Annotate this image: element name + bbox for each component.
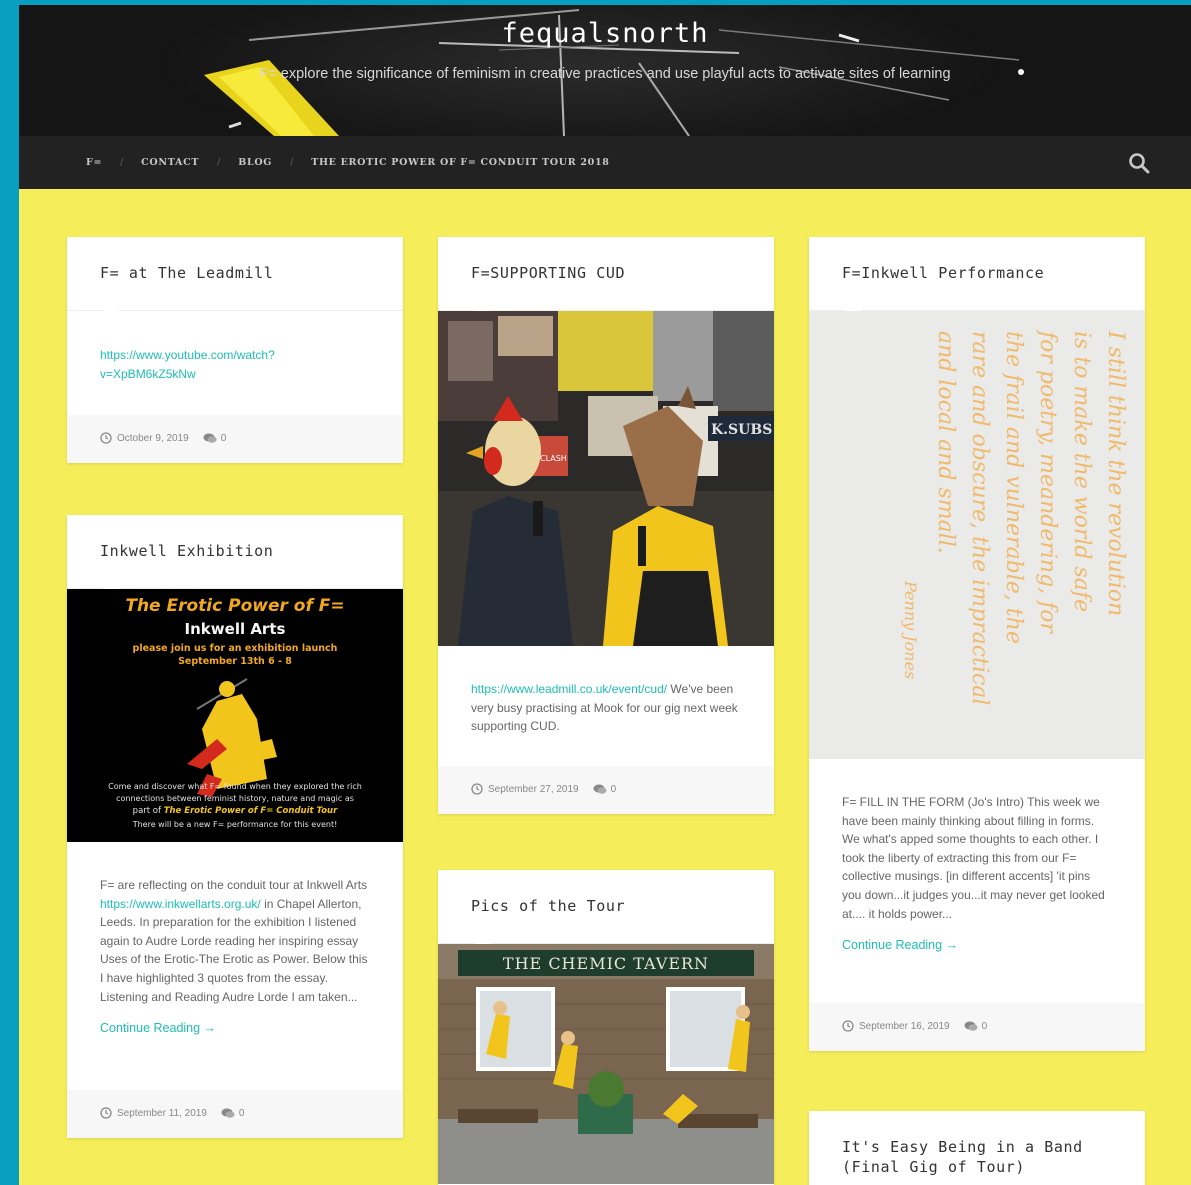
post-card: F=Inkwell Performance I still think the …: [809, 237, 1145, 1051]
poster-line: connections between feminist history, na…: [116, 794, 354, 803]
comment-count[interactable]: 0: [611, 784, 617, 795]
poem-line: for poetry, meandering, for: [1035, 329, 1060, 635]
comment-count[interactable]: 0: [982, 1021, 988, 1032]
comments-icon[interactable]: [964, 1021, 978, 1032]
featured-image-exhibition-poster: The Erotic Power of F= Inkwell Arts plea…: [67, 589, 403, 842]
post-header: F=SUPPORTING CUD: [438, 237, 774, 318]
nav-separator: /: [120, 156, 124, 169]
post-excerpt: https://www.leadmill.co.uk/event/cud/ We…: [438, 646, 774, 736]
post-meta: September 16, 2019 0: [809, 1003, 1145, 1051]
comments-icon[interactable]: [203, 433, 217, 444]
post-featured-image[interactable]: K.SUBS CLASH: [438, 311, 774, 646]
post-link[interactable]: https://www.leadmill.co.uk/event/cud/: [471, 682, 667, 696]
post-header: Inkwell Exhibition: [67, 515, 403, 596]
nav-separator: /: [290, 156, 294, 169]
post-featured-image[interactable]: THE CHEMIC TAVERN: [438, 944, 774, 1184]
post-title[interactable]: F= at The Leadmill: [100, 263, 378, 283]
post-title[interactable]: F=SUPPORTING CUD: [471, 263, 749, 283]
post-link[interactable]: https://www.inkwellarts.org.uk/: [100, 897, 261, 911]
post-date[interactable]: October 9, 2019: [117, 433, 189, 444]
comments-icon[interactable]: [221, 1108, 235, 1119]
post-link-line: v=XpBM6kZ5kNw: [100, 366, 196, 381]
poster-line: There will be a new F= performance for t…: [132, 820, 338, 829]
post-date[interactable]: September 11, 2019: [117, 1108, 207, 1119]
nav-separator: /: [217, 156, 221, 169]
poem-line: I still think the revolution: [1103, 330, 1128, 616]
poem-line: and local and small.: [933, 331, 958, 554]
main-navigation: F= / CONTACT / BLOG / THE EROTIC POWER O…: [19, 136, 1191, 189]
poster-title: The Erotic Power of F=: [125, 596, 344, 616]
post-date[interactable]: September 16, 2019: [859, 1021, 950, 1032]
continue-reading-link[interactable]: Continue Reading →: [100, 1019, 216, 1038]
post-link-line: https://www.youtube.com/watch?: [100, 348, 275, 362]
post-title[interactable]: Pics of the Tour: [471, 896, 749, 916]
post-card: Pics of the Tour THE CHEMIC TAVERN: [438, 870, 774, 1185]
page: fequalsnorth F= explore the significance…: [19, 5, 1191, 1185]
poem-signature: Penny Jones: [901, 580, 920, 679]
post-title[interactable]: It's Easy Being in a Band (Final Gig of …: [842, 1137, 1120, 1177]
poster-invite: please join us for an exhibition launch: [133, 643, 338, 654]
post-header: F= at The Leadmill: [67, 237, 403, 318]
nav-item-f-equals[interactable]: F=: [86, 157, 102, 168]
post-card: F=SUPPORTING CUD K.SUBS CLASH https://ww…: [438, 237, 774, 814]
featured-image-handwritten-poem: I still think the revolution is to make …: [809, 311, 1145, 759]
post-meta: September 27, 2019 0: [438, 766, 774, 814]
post-header: Pics of the Tour: [438, 870, 774, 951]
search-icon[interactable]: [1127, 151, 1151, 175]
post-card: It's Easy Being in a Band (Final Gig of …: [809, 1111, 1145, 1185]
nav-item-blog[interactable]: BLOG: [238, 157, 272, 168]
continue-reading-link[interactable]: Continue Reading →: [842, 936, 958, 955]
image-sign-text: K.SUBS: [711, 422, 772, 438]
poem-line: the frail and vulnerable, the: [1001, 331, 1026, 644]
poem-line: is to make the world safe: [1069, 331, 1094, 612]
post-featured-image[interactable]: The Erotic Power of F= Inkwell Arts plea…: [67, 589, 403, 842]
post-excerpt: F= are reflecting on the conduit tour at…: [67, 842, 403, 1038]
comment-count[interactable]: 0: [221, 433, 227, 444]
post-excerpt: F= FILL IN THE FORM (Jo's Intro) This we…: [809, 759, 1145, 955]
post-card: F= at The Leadmill https://www.youtube.c…: [67, 237, 403, 463]
poster-line-prefix: part of: [133, 806, 164, 816]
featured-image-tavern: THE CHEMIC TAVERN: [438, 944, 774, 1184]
comments-icon[interactable]: [593, 784, 607, 795]
poster-line: Come and discover what F= found when the…: [108, 782, 362, 791]
post-excerpt-text: F= FILL IN THE FORM (Jo's Intro) This we…: [842, 795, 1105, 921]
post-header: It's Easy Being in a Band (Final Gig of …: [809, 1111, 1145, 1185]
site-header: fequalsnorth F= explore the significance…: [19, 5, 1191, 136]
clock-icon: [100, 432, 112, 444]
clock-icon: [471, 783, 483, 795]
nav-item-contact[interactable]: CONTACT: [141, 157, 199, 168]
post-card: Inkwell Exhibition The Erotic Power of F…: [67, 515, 403, 1138]
site-tagline: F= explore the significance of feminism …: [259, 66, 951, 82]
post-excerpt: https://www.youtube.com/watch? v=XpBM6kZ…: [67, 311, 403, 383]
post-meta: September 11, 2019 0: [67, 1090, 403, 1138]
image-poster-text: CLASH: [540, 454, 567, 463]
nav-item-conduit-tour[interactable]: THE EROTIC POWER OF F= CONDUIT TOUR 2018: [311, 157, 609, 168]
post-link[interactable]: https://www.youtube.com/watch? v=XpBM6kZ…: [100, 348, 275, 381]
post-excerpt-text: in Chapel Allerton, Leeds. In preparatio…: [100, 896, 368, 1004]
poster-venue: Inkwell Arts: [185, 620, 286, 638]
poster-dates: September 13th 6 - 8: [178, 656, 292, 667]
tavern-sign-text: THE CHEMIC TAVERN: [503, 954, 709, 973]
clock-icon: [100, 1107, 112, 1119]
post-meta: October 9, 2019 0: [67, 415, 403, 463]
comment-count[interactable]: 0: [239, 1108, 245, 1119]
post-title[interactable]: Inkwell Exhibition: [100, 541, 378, 561]
post-title[interactable]: F=Inkwell Performance: [842, 263, 1120, 283]
poster-line: part of The Erotic Power of F= Conduit T…: [133, 806, 338, 816]
post-excerpt-text: F= are reflecting on the conduit tour at…: [100, 878, 368, 892]
poem-line: rare and obscure, the impractical: [967, 331, 992, 705]
featured-image-performers: K.SUBS CLASH: [438, 311, 774, 646]
post-header: F=Inkwell Performance: [809, 237, 1145, 318]
post-date[interactable]: September 27, 2019: [488, 784, 579, 795]
clock-icon: [842, 1020, 854, 1032]
post-featured-image[interactable]: I still think the revolution is to make …: [809, 311, 1145, 759]
poster-line-emphasis: The Erotic Power of F= Conduit Tour: [164, 806, 338, 816]
site-title[interactable]: fequalsnorth: [19, 18, 1191, 49]
